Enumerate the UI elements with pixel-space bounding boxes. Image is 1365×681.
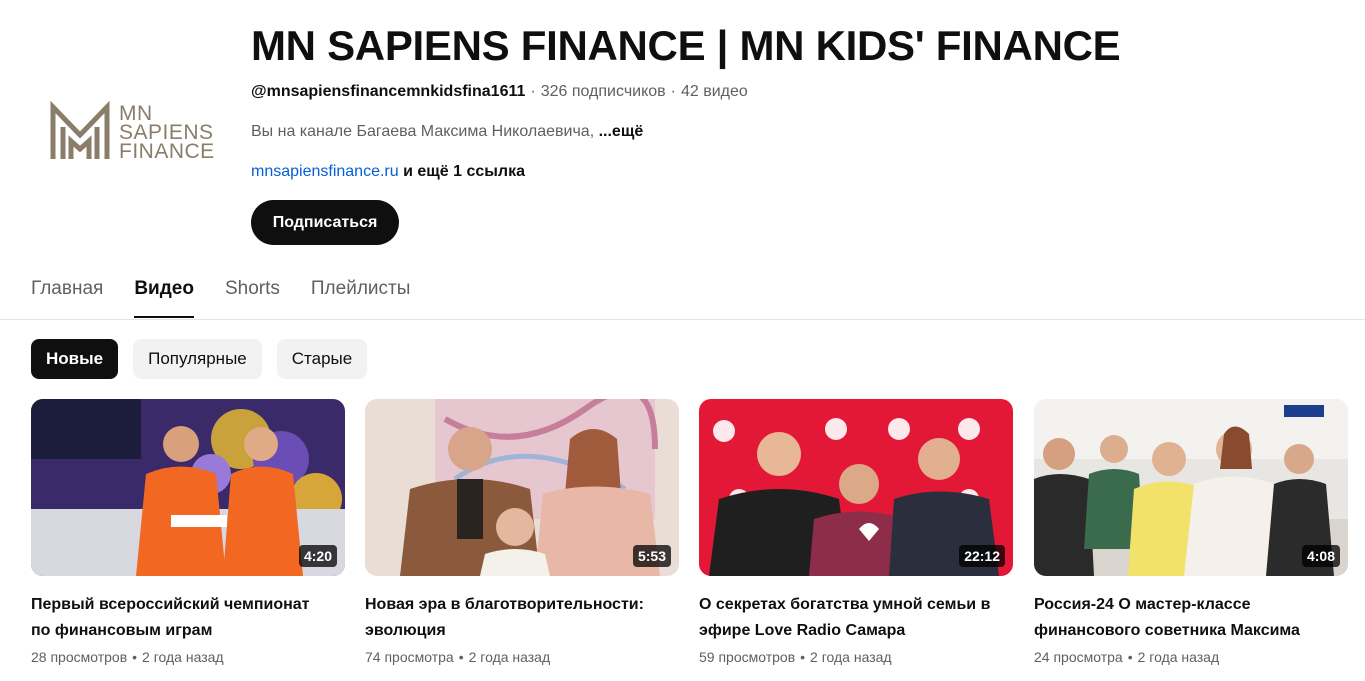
video-title[interactable]: О секретах богатства умной семьи в эфире… — [699, 592, 999, 644]
upload-age: 2 года назад — [468, 649, 551, 665]
tab-shorts[interactable]: Shorts — [225, 270, 280, 318]
video-duration: 4:08 — [1301, 545, 1340, 567]
video-grid: 4:20 Первый всероссийский чемпионат по ф… — [31, 399, 1365, 681]
thumbnail-image — [1034, 399, 1348, 576]
chip-popular[interactable]: Популярные — [133, 339, 262, 379]
mn-logo-icon — [50, 101, 110, 159]
upload-age: 2 года назад — [1137, 649, 1220, 665]
channel-title: MN SAPIENS FINANCE | MN KIDS' FINANCE — [251, 22, 1121, 69]
view-count: 24 просмотра — [1034, 649, 1123, 665]
video-meta: 24 просмотра • 2 года назад — [1034, 649, 1348, 665]
video-title[interactable]: Россия-24 О мастер-классе финансового со… — [1034, 592, 1334, 644]
channel-links: mnsapiensfinance.ru и ещё 1 ссылка — [251, 163, 525, 181]
video-thumbnail[interactable]: 5:53 — [365, 399, 679, 576]
channel-meta: @mnsapiensfinancemnkidsfina1611 · 326 подп… — [251, 83, 748, 101]
video-meta: 28 просмотров • 2 года назад — [31, 649, 345, 665]
logo-wordmark: MN SAPIENS FINANCE — [119, 101, 215, 163]
separator-dot: • — [458, 649, 464, 665]
view-count: 74 просмотра — [365, 649, 454, 665]
video-title[interactable]: Новая эра в благотворительности: эволюци… — [365, 592, 665, 644]
tab-home[interactable]: Главная — [31, 270, 103, 318]
channel-tabs: Главная Видео Shorts Плейлисты — [31, 270, 441, 318]
video-duration: 5:53 — [632, 545, 671, 567]
tab-videos[interactable]: Видео — [134, 270, 194, 318]
video-duration: 22:12 — [959, 545, 1005, 567]
video-thumbnail[interactable]: 4:20 — [31, 399, 345, 576]
video-thumbnail[interactable]: 22:12 — [699, 399, 1013, 576]
thumbnail-image — [365, 399, 679, 576]
view-count: 28 просмотров — [31, 649, 128, 665]
separator-dot: · — [530, 83, 536, 100]
tabs-divider — [0, 319, 1365, 320]
separator-dot: • — [1127, 649, 1133, 665]
chip-oldest[interactable]: Старые — [276, 339, 368, 379]
upload-age: 2 года назад — [810, 649, 892, 665]
website-link[interactable]: mnsapiensfinance.ru — [251, 163, 399, 180]
channel-avatar[interactable]: MN SAPIENS FINANCE — [31, 82, 231, 182]
video-card[interactable]: 22:12 О секретах богатства умной семьи в… — [699, 399, 1013, 665]
description-text: Вы на канале Багаева Максима Николаевича… — [251, 123, 595, 140]
video-thumbnail[interactable]: 4:08 — [1034, 399, 1348, 576]
more-links-button[interactable]: и ещё 1 ссылка — [403, 163, 525, 180]
separator-dot: • — [800, 649, 806, 665]
description-more-link[interactable]: ...ещё — [599, 123, 644, 140]
upload-age: 2 года назад — [142, 649, 224, 665]
subscribe-button[interactable]: Подписаться — [251, 200, 399, 245]
video-meta: 59 просмотров • 2 года назад — [699, 649, 1013, 665]
tab-playlists[interactable]: Плейлисты — [311, 270, 410, 318]
sort-chips: Новые Популярные Старые — [31, 339, 382, 379]
view-count: 59 просмотров — [699, 649, 796, 665]
video-card[interactable]: 4:20 Первый всероссийский чемпионат по ф… — [31, 399, 345, 665]
video-title[interactable]: Первый всероссийский чемпионат по финанс… — [31, 592, 331, 644]
separator-dot: · — [670, 83, 676, 100]
separator-dot: • — [132, 649, 138, 665]
thumbnail-image — [31, 399, 345, 576]
video-card[interactable]: 4:08 Россия-24 О мастер-классе финансово… — [1034, 399, 1348, 665]
chip-newest[interactable]: Новые — [31, 339, 119, 379]
video-count: 42 видео — [681, 83, 748, 100]
subscriber-count: 326 подписчиков — [540, 83, 666, 100]
video-card[interactable]: 5:53 Новая эра в благотворительности: эв… — [365, 399, 679, 665]
channel-handle: @mnsapiensfinancemnkidsfina1611 — [251, 83, 526, 100]
video-duration: 4:20 — [298, 545, 337, 567]
video-meta: 74 просмотра • 2 года назад — [365, 649, 679, 665]
channel-description[interactable]: Вы на канале Багаева Максима Николаевича… — [251, 123, 643, 141]
